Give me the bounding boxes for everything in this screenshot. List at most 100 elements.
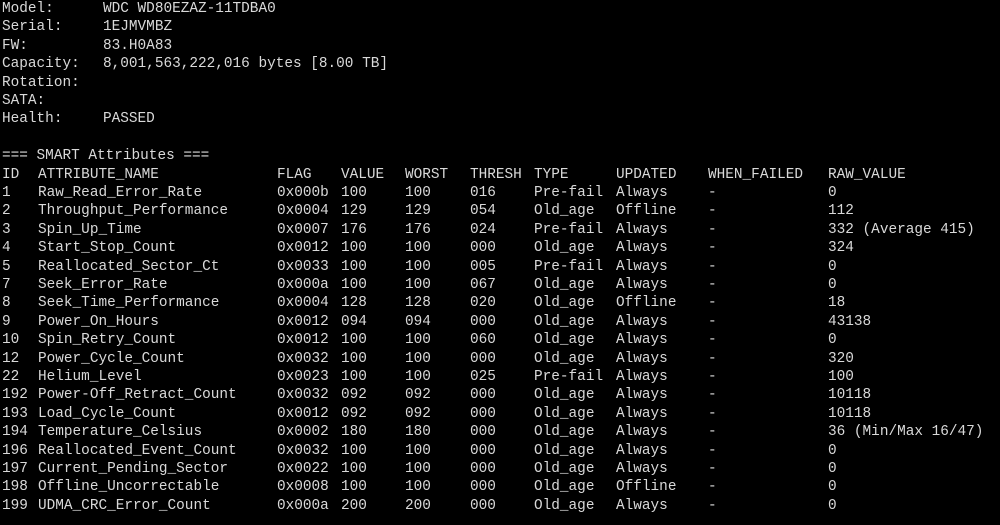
- cell-attribute-name: Offline_Uncorrectable: [38, 479, 220, 496]
- cell-type: Old_age: [534, 313, 595, 330]
- cell-raw-value: 0: [828, 185, 837, 201]
- cell-thresh: 000: [470, 405, 496, 422]
- cell-worst: 100: [405, 350, 431, 367]
- cell-thresh: 024: [470, 221, 496, 238]
- cell-flag: 0x0032: [277, 350, 329, 367]
- cell-updated: Always: [616, 350, 668, 367]
- cell-id: 1: [2, 185, 11, 201]
- cell-updated: Always: [616, 277, 668, 293]
- cell-raw-value: 18: [828, 295, 846, 312]
- cell-type: Old_age: [534, 424, 595, 441]
- cell-value: 092: [341, 387, 367, 404]
- cell-id: 196: [2, 442, 28, 459]
- cell-type: Pre-fail: [534, 185, 604, 201]
- cell-flag: 0x0004: [277, 295, 329, 312]
- cell-worst: 100: [405, 332, 431, 349]
- cell-updated: Always: [616, 405, 668, 422]
- cell-worst: 100: [405, 479, 431, 496]
- cell-updated: Always: [616, 332, 668, 349]
- cell-value: 100: [341, 332, 367, 349]
- cell-attribute-name: Spin_Retry_Count: [38, 332, 177, 349]
- cell-when-failed: -: [708, 497, 717, 514]
- cell-attribute-name: Power_On_Hours: [38, 313, 159, 330]
- cell-value: 100: [341, 479, 367, 496]
- cell-flag: 0x0002: [277, 424, 329, 441]
- cell-when-failed: -: [708, 350, 717, 367]
- cell-type: Pre-fail: [534, 369, 604, 385]
- cell-worst: 200: [405, 497, 431, 514]
- info-line-health: Health: PASSED: [2, 110, 155, 128]
- cell-type: Old_age: [534, 350, 595, 367]
- cell-raw-value: 100: [828, 369, 854, 385]
- cell-type: Old_age: [534, 203, 595, 220]
- column-header-updated: UPDATED: [616, 166, 677, 183]
- cell-value: 100: [341, 442, 367, 459]
- cell-thresh: 005: [470, 258, 496, 275]
- column-header-when-failed: WHEN_FAILED: [708, 166, 803, 183]
- cell-type: Old_age: [534, 332, 595, 349]
- cell-value: 100: [341, 258, 367, 275]
- info-key: Rotation:: [2, 74, 80, 91]
- smart-section-title: === SMART Attributes ===: [2, 148, 210, 165]
- cell-value: 094: [341, 313, 367, 330]
- cell-worst: 129: [405, 203, 431, 220]
- cell-when-failed: -: [708, 461, 717, 477]
- cell-when-failed: -: [708, 442, 717, 459]
- cell-attribute-name: Helium_Level: [38, 369, 142, 385]
- cell-flag: 0x0012: [277, 332, 329, 349]
- cell-thresh: 054: [470, 203, 496, 220]
- cell-type: Pre-fail: [534, 221, 604, 238]
- cell-thresh: 016: [470, 185, 496, 201]
- column-header-flag: FLAG: [277, 166, 312, 183]
- cell-type: Old_age: [534, 405, 595, 422]
- cell-updated: Always: [616, 369, 668, 385]
- cell-worst: 100: [405, 461, 431, 477]
- cell-attribute-name: Reallocated_Event_Count: [38, 442, 237, 459]
- info-line-sata: SATA:: [2, 92, 45, 110]
- cell-raw-value: 43138: [828, 313, 872, 330]
- cell-worst: 092: [405, 405, 431, 422]
- cell-attribute-name: Spin_Up_Time: [38, 221, 142, 238]
- cell-when-failed: -: [708, 240, 717, 257]
- info-key: FW:: [2, 37, 28, 54]
- cell-type: Old_age: [534, 461, 595, 477]
- cell-thresh: 067: [470, 277, 496, 293]
- cell-thresh: 025: [470, 369, 496, 385]
- cell-updated: Always: [616, 424, 668, 441]
- cell-when-failed: -: [708, 203, 717, 220]
- cell-flag: 0x000a: [277, 277, 329, 293]
- cell-worst: 100: [405, 442, 431, 459]
- cell-type: Pre-fail: [534, 258, 604, 275]
- cell-worst: 100: [405, 258, 431, 275]
- info-line-serial: Serial: 1EJMVMBZ: [2, 18, 172, 36]
- info-line-model: Model: WDC WD80EZAZ-11TDBA0: [2, 0, 276, 18]
- cell-raw-value: 0: [828, 497, 837, 514]
- cell-raw-value: 112: [828, 203, 854, 220]
- cell-id: 197: [2, 461, 28, 477]
- cell-when-failed: -: [708, 387, 717, 404]
- cell-id: 22: [2, 369, 20, 385]
- cell-when-failed: -: [708, 424, 717, 441]
- cell-value: 129: [341, 203, 367, 220]
- cell-id: 10: [2, 332, 20, 349]
- cell-raw-value: 0: [828, 442, 837, 459]
- cell-worst: 092: [405, 387, 431, 404]
- cell-updated: Always: [616, 387, 668, 404]
- cell-thresh: 000: [470, 240, 496, 257]
- cell-when-failed: -: [708, 479, 717, 496]
- cell-id: 4: [2, 240, 11, 257]
- cell-flag: 0x0012: [277, 313, 329, 330]
- cell-raw-value: 320: [828, 350, 854, 367]
- cell-type: Old_age: [534, 497, 595, 514]
- cell-thresh: 000: [470, 387, 496, 404]
- cell-updated: Always: [616, 497, 668, 514]
- cell-attribute-name: Temperature_Celsius: [38, 424, 203, 441]
- cell-id: 7: [2, 277, 11, 293]
- cell-flag: 0x0022: [277, 461, 329, 477]
- cell-id: 9: [2, 313, 11, 330]
- info-key: Model:: [2, 1, 54, 17]
- cell-type: Old_age: [534, 277, 595, 293]
- cell-thresh: 000: [470, 497, 496, 514]
- cell-id: 193: [2, 405, 28, 422]
- terminal-output: Model: WDC WD80EZAZ-11TDBA0 Serial: 1EJM…: [0, 0, 1000, 525]
